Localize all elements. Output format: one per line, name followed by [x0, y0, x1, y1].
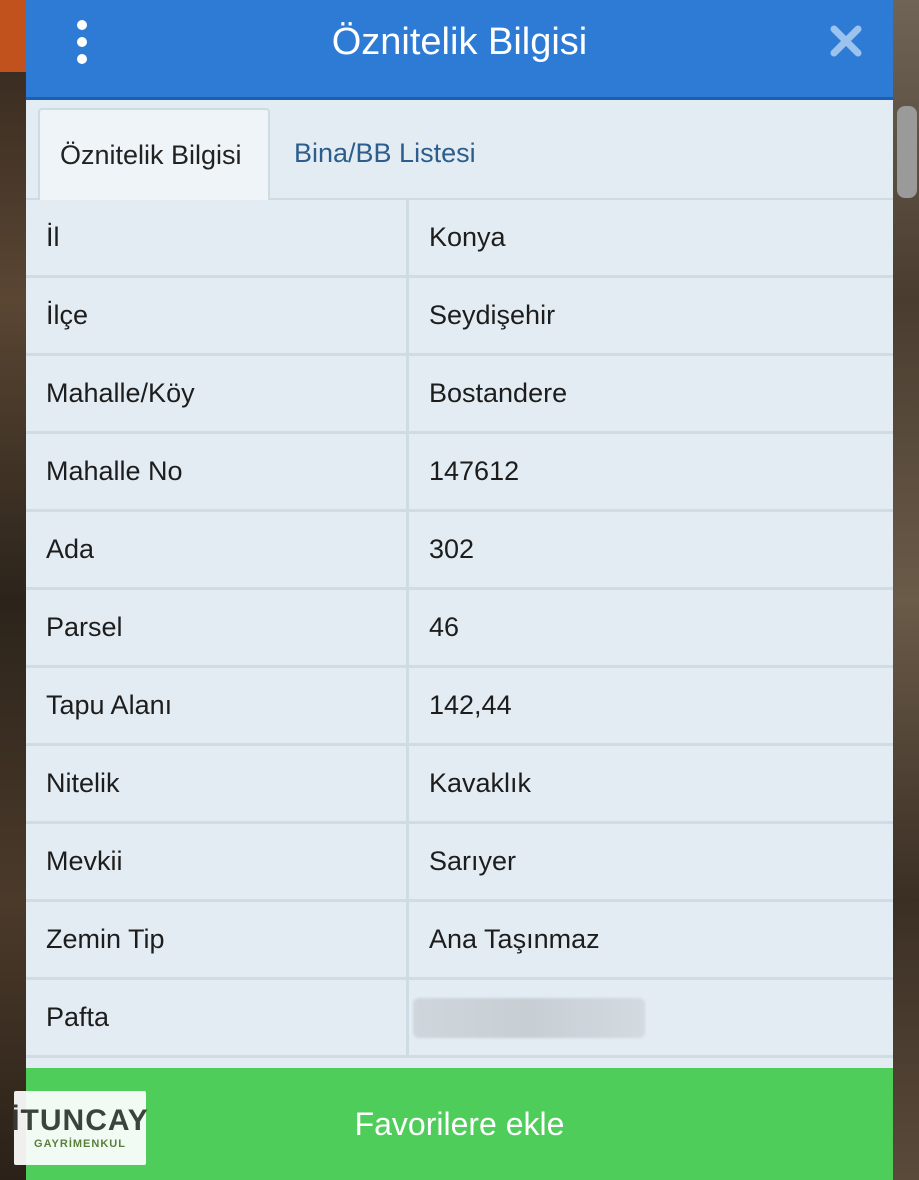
attribute-value: 142,44 — [407, 666, 893, 746]
attribute-label: Mahalle No — [26, 432, 409, 512]
table-row: Nitelik Kavaklık — [26, 744, 893, 824]
table-row: Ada 302 — [26, 510, 893, 590]
attribute-value: Konya — [407, 200, 893, 278]
attribute-label: İl — [26, 200, 409, 278]
table-row: İlçe Seydişehir — [26, 276, 893, 356]
attribute-value: 302 — [407, 510, 893, 590]
attribute-label: Mevkii — [26, 822, 409, 902]
attribute-info-dialog: Öznitelik Bilgisi Öznitelik Bilgisi Bina… — [26, 0, 893, 1180]
attribute-value: Bostandere — [407, 354, 893, 434]
attribute-label: Pafta — [26, 978, 409, 1058]
watermark-logo: İTUNCAY GAYRİMENKUL — [11, 1091, 149, 1165]
logo-main-text: İTUNCAY — [11, 1104, 149, 1137]
add-to-favorites-button[interactable]: Favorilere ekle — [26, 1068, 893, 1180]
dialog-title: Öznitelik Bilgisi — [331, 21, 588, 63]
attribute-value: Seydişehir — [407, 276, 893, 356]
attribute-value: Ana Taşınmaz — [407, 900, 893, 980]
tab-attribute-info[interactable]: Öznitelik Bilgisi — [38, 108, 270, 200]
attribute-label: Zemin Tip — [26, 900, 409, 980]
attribute-value: Sarıyer — [407, 822, 893, 902]
map-background-left — [0, 0, 26, 1180]
attribute-label: Ada — [26, 510, 409, 590]
attribute-label: Parsel — [26, 588, 409, 668]
dialog-header: Öznitelik Bilgisi — [26, 0, 893, 100]
table-row: Mahalle/Köy Bostandere — [26, 354, 893, 434]
attribute-value: 147612 — [407, 432, 893, 512]
attribute-label: Nitelik — [26, 744, 409, 824]
attribute-label: İlçe — [26, 276, 409, 356]
tab-bar: Öznitelik Bilgisi Bina/BB Listesi — [26, 100, 893, 200]
attribute-value: 46 — [407, 588, 893, 668]
scrollbar-thumb[interactable] — [897, 106, 917, 198]
map-background-right — [893, 0, 919, 1180]
close-icon[interactable] — [829, 24, 863, 58]
tab-building-list[interactable]: Bina/BB Listesi — [274, 108, 496, 198]
attribute-table: İl Konya İlçe Seydişehir Mahalle/Köy Bos… — [26, 200, 893, 1058]
table-row: Mahalle No 147612 — [26, 432, 893, 512]
table-row: Parsel 46 — [26, 588, 893, 668]
attribute-label: Tapu Alanı — [26, 666, 409, 746]
redacted-value-blur — [413, 997, 645, 1038]
logo-sub-text: GAYRİMENKUL — [34, 1138, 126, 1150]
attribute-label: Mahalle/Köy — [26, 354, 409, 434]
table-row: Pafta — [26, 978, 893, 1058]
attribute-value-redacted — [407, 978, 893, 1058]
table-row: Mevkii Sarıyer — [26, 822, 893, 902]
attribute-value: Kavaklık — [407, 744, 893, 824]
table-row: Tapu Alanı 142,44 — [26, 666, 893, 746]
table-row: İl Konya — [26, 200, 893, 278]
table-row: Zemin Tip Ana Taşınmaz — [26, 900, 893, 980]
